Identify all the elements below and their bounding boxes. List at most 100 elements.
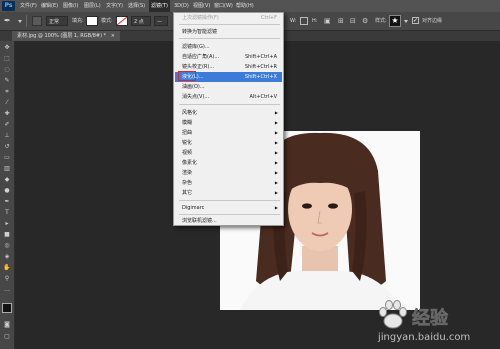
- w-label: W:: [290, 18, 297, 24]
- stroke-type-select[interactable]: —: [154, 16, 168, 26]
- eraser-tool-icon[interactable]: ▭: [3, 154, 11, 162]
- menu-item-digimarc[interactable]: Digimarc ▶: [175, 203, 282, 213]
- menu-image[interactable]: 图像(I): [63, 0, 78, 12]
- shape-star-icon[interactable]: ★: [389, 15, 401, 27]
- history-brush-tool-icon[interactable]: ↺: [3, 143, 11, 151]
- pen-tool-icon[interactable]: ✒: [3, 198, 11, 206]
- eyedropper-tool-icon[interactable]: ⁄: [3, 99, 11, 107]
- lasso-tool-icon[interactable]: ◌: [3, 66, 11, 74]
- menu-type[interactable]: 文字(Y): [106, 0, 123, 12]
- rectangle-tool-icon[interactable]: ■: [3, 231, 11, 239]
- menu-item-noise[interactable]: 杂色 ▶: [175, 178, 282, 188]
- foreground-color-swatch[interactable]: [2, 303, 12, 313]
- watermark-url: jingyan.baidu.com: [378, 332, 471, 343]
- menu-item-adaptive-wide-angle[interactable]: 自适应广角(A)... Shift+Ctrl+A: [175, 52, 282, 62]
- settings-gear-icon[interactable]: ⚙: [362, 16, 372, 26]
- menu-3d[interactable]: 3D(D): [174, 0, 189, 12]
- stroke-swatch[interactable]: [116, 16, 128, 26]
- stroke-size-field[interactable]: 2 点: [131, 16, 151, 26]
- fill-label: 填充:: [72, 18, 84, 24]
- 3d-camera-tool-icon[interactable]: ◈: [3, 253, 11, 261]
- menu-separator: [179, 38, 280, 39]
- menu-filter[interactable]: 滤镜(T): [149, 0, 170, 12]
- 3d-tool-icon[interactable]: ◎: [3, 242, 11, 250]
- pen-tool-icon[interactable]: ✒: [4, 16, 14, 26]
- menu-item-stylize[interactable]: 风格化 ▶: [175, 108, 282, 118]
- submenu-arrow-icon: ▶: [274, 140, 278, 145]
- menu-item-liquify[interactable]: 液化(L)... Shift+Ctrl+X: [175, 71, 282, 82]
- menu-layer[interactable]: 图层(L): [84, 0, 101, 12]
- menu-help[interactable]: 帮助(H): [236, 0, 254, 12]
- path-ops-icon[interactable]: ▣: [324, 16, 334, 26]
- path-align-icon[interactable]: ⊞: [338, 16, 348, 26]
- menu-view[interactable]: 视图(V): [193, 0, 210, 12]
- stroke-label: 模式:: [101, 18, 113, 24]
- close-tab-icon[interactable]: ×: [111, 33, 115, 39]
- menu-item-browse-online-filters[interactable]: 浏览联机滤镜...: [175, 216, 282, 226]
- menu-item-other[interactable]: 其它 ▶: [175, 188, 282, 198]
- edit-toolbar-icon[interactable]: …: [3, 286, 11, 294]
- path-select-tool-icon[interactable]: ▸: [3, 220, 11, 228]
- path-arrange-icon[interactable]: ⊟: [350, 16, 360, 26]
- zoom-tool-icon[interactable]: ⚲: [3, 275, 11, 283]
- healing-brush-tool-icon[interactable]: ✚: [3, 110, 11, 118]
- menu-separator: [179, 200, 280, 201]
- menu-item-last-filter[interactable]: 上次滤镜操作(F) Ctrl+F: [175, 13, 282, 23]
- menu-item-blur[interactable]: 模糊 ▶: [175, 118, 282, 128]
- menu-separator: [179, 24, 280, 25]
- menu-item-sharpen[interactable]: 锐化 ▶: [175, 138, 282, 148]
- submenu-arrow-icon: ▶: [274, 110, 278, 115]
- menu-separator: [179, 214, 280, 215]
- dodge-tool-icon[interactable]: ●: [3, 187, 11, 195]
- quick-mask-icon[interactable]: ◙: [3, 321, 11, 329]
- menu-item-render[interactable]: 渲染 ▶: [175, 168, 282, 178]
- filter-menu: 上次滤镜操作(F) Ctrl+F 转换为智能滤镜 滤镜库(G)... 自适应广角…: [173, 12, 284, 226]
- mode-select[interactable]: 正常: [46, 16, 68, 26]
- blur-tool-icon[interactable]: ◆: [3, 176, 11, 184]
- menu-item-distort[interactable]: 扭曲 ▶: [175, 128, 282, 138]
- hand-tool-icon[interactable]: ✋: [3, 264, 11, 272]
- gradient-tool-icon[interactable]: ▥: [3, 165, 11, 173]
- baidu-jingyan-watermark: 经验 jingyan.baidu.com: [370, 298, 495, 346]
- menu-select[interactable]: 选择(S): [128, 0, 145, 12]
- menu-item-video[interactable]: 视频 ▶: [175, 148, 282, 158]
- menu-item-oil-paint[interactable]: 油画(O)...: [175, 82, 282, 92]
- menu-item-vanishing-point[interactable]: 消失点(V)... Alt+Ctrl+V: [175, 92, 282, 102]
- submenu-arrow-icon: ▶: [274, 205, 278, 210]
- document-tab[interactable]: 素材.jpg @ 100% (图层 1, RGB/8#) * ×: [12, 31, 120, 41]
- document-tab-title: 素材.jpg @ 100% (图层 1, RGB/8#) *: [17, 33, 107, 39]
- menu-window[interactable]: 窗口(W): [214, 0, 233, 12]
- watermark-brand: 经验: [412, 308, 449, 330]
- menu-item-filter-gallery[interactable]: 滤镜库(G)...: [175, 42, 282, 52]
- screen-mode-icon[interactable]: ▢: [3, 333, 11, 341]
- menu-edit[interactable]: 编辑(E): [41, 0, 58, 12]
- crop-tool-icon[interactable]: ⌗: [3, 88, 11, 96]
- divider: [26, 15, 27, 27]
- fill-swatch[interactable]: [86, 16, 98, 26]
- clone-stamp-tool-icon[interactable]: ⊥: [3, 132, 11, 140]
- submenu-arrow-icon: ▶: [274, 170, 278, 175]
- h-label: H:: [312, 18, 318, 24]
- submenu-arrow-icon: ▶: [274, 130, 278, 135]
- tool-preset-chevron-icon[interactable]: [18, 20, 22, 23]
- menu-file[interactable]: 文件(F): [20, 0, 37, 12]
- move-tool-icon[interactable]: ✥: [3, 44, 11, 52]
- menu-separator: [179, 104, 280, 105]
- align-edges-checkbox[interactable]: ✓: [412, 17, 419, 24]
- menu-item-pixelate[interactable]: 像素化 ▶: [175, 158, 282, 168]
- shape-mode-icon[interactable]: [32, 16, 42, 26]
- marquee-tool-icon[interactable]: ⬚: [3, 55, 11, 63]
- tools-panel: ✥ ⬚ ◌ ✎ ⌗ ⁄ ✚ ✐ ⊥ ↺ ▭ ▥ ◆ ● ✒ T ▸ ■ ◎ ◈ …: [0, 41, 15, 349]
- baidu-paw-logo-icon: [379, 300, 407, 329]
- type-tool-icon[interactable]: T: [3, 209, 11, 217]
- style-label: 样式:: [375, 18, 387, 24]
- shape-chevron-icon[interactable]: [404, 20, 408, 23]
- menu-item-convert-smart-filter[interactable]: 转换为智能滤镜: [175, 27, 282, 37]
- quick-select-tool-icon[interactable]: ✎: [3, 77, 11, 85]
- submenu-arrow-icon: ▶: [274, 190, 278, 195]
- submenu-arrow-icon: ▶: [274, 120, 278, 125]
- link-icon[interactable]: [300, 17, 308, 25]
- submenu-arrow-icon: ▶: [274, 160, 278, 165]
- brush-tool-icon[interactable]: ✐: [3, 121, 11, 129]
- photoshop-logo: Ps: [2, 1, 15, 11]
